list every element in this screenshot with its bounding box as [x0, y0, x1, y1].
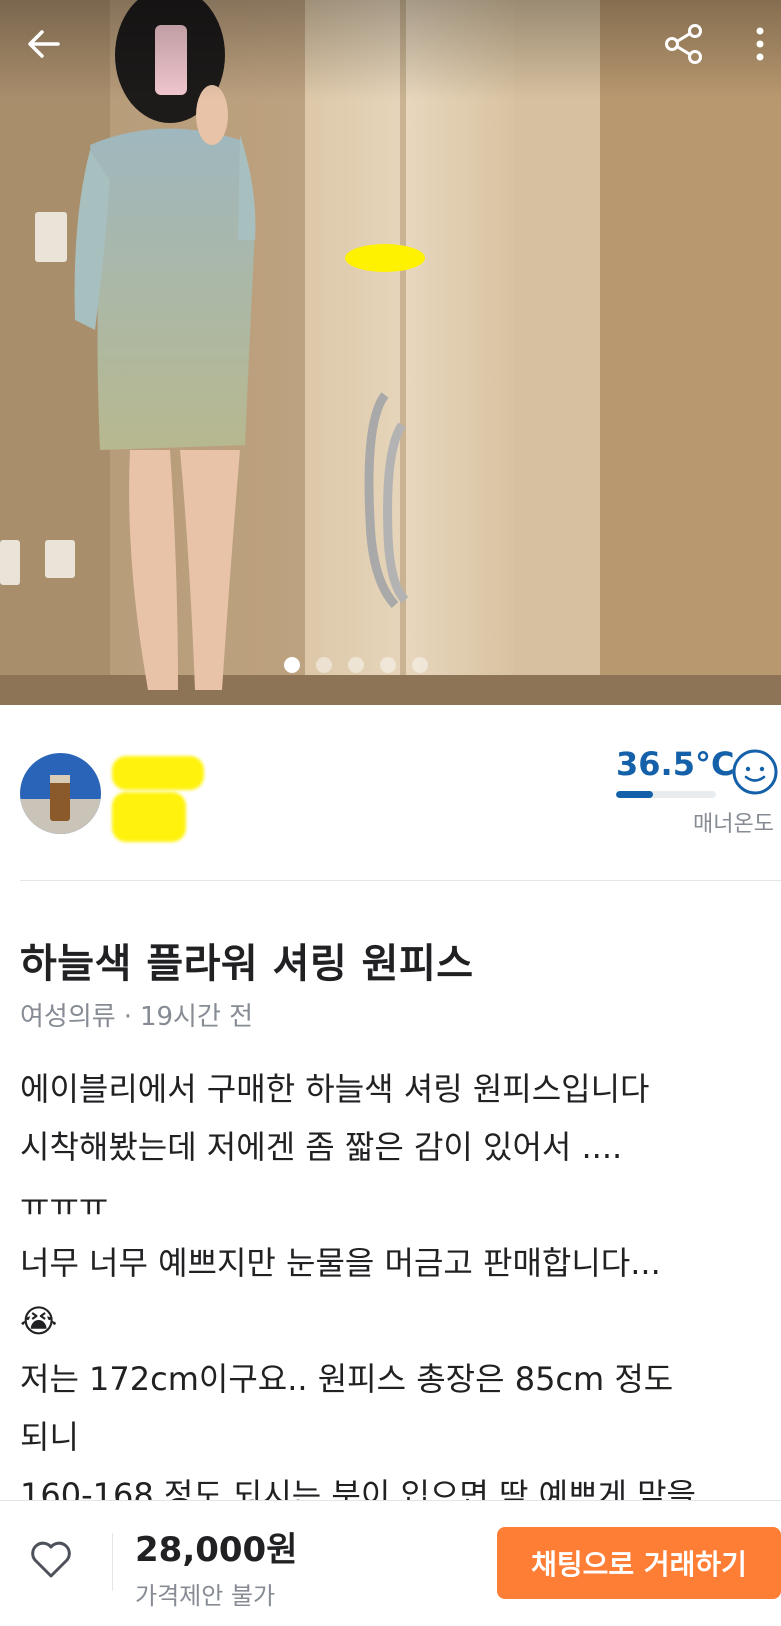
share-button[interactable] — [656, 16, 712, 72]
manner-temperature-label: 매너온도 — [693, 812, 774, 837]
product-title: 하늘색 플라워 셔링 원피스 — [20, 941, 474, 987]
gallery-dot[interactable] — [315, 657, 332, 673]
redacted-mark — [112, 756, 204, 790]
gallery-dot[interactable] — [411, 657, 428, 673]
smile-face-icon — [732, 749, 778, 795]
back-button[interactable] — [16, 16, 72, 72]
description-line: ㅠㅠㅠ — [20, 1186, 109, 1224]
chat-trade-button[interactable]: 채팅으로 거래하기 — [497, 1527, 781, 1599]
product-price: 28,000원 — [135, 1530, 298, 1570]
description-line: 되니 — [20, 1418, 79, 1456]
section-divider — [20, 880, 781, 881]
manner-temperature-bar — [616, 791, 716, 798]
redacted-mark — [112, 792, 186, 842]
bottom-divider — [112, 1533, 113, 1591]
more-vertical-icon — [756, 27, 764, 61]
description-line: 😭 — [20, 1302, 58, 1340]
avatar-image — [20, 753, 101, 834]
more-options-button[interactable] — [740, 16, 780, 72]
gallery-pagination — [0, 657, 781, 673]
manner-temperature-fill — [616, 791, 653, 798]
arrow-left-icon — [28, 30, 60, 58]
gallery-dot[interactable] — [347, 657, 364, 673]
product-meta: 여성의류 · 19시간 전 — [20, 996, 253, 1033]
seller-avatar[interactable] — [20, 753, 101, 834]
description-line: 너무 너무 예쁘지만 눈물을 머금고 판매합니다... — [20, 1244, 661, 1282]
gallery-dot[interactable] — [379, 657, 396, 673]
product-photo[interactable] — [0, 0, 781, 705]
price-offer-note: 가격제안 불가 — [135, 1582, 276, 1610]
description-line: 에이블리에서 구매한 하늘색 셔링 원피스입니다 — [20, 1070, 650, 1108]
description-line: 시착해봤는데 저에겐 좀 짧은 감이 있어서 .... — [20, 1128, 623, 1166]
meta-separator: · — [123, 1002, 132, 1032]
manner-temperature-value[interactable]: 36.5°C — [616, 745, 734, 783]
category-link[interactable]: 여성의류 — [20, 1002, 116, 1032]
gallery-dot[interactable] — [283, 657, 300, 673]
product-description: 에이블리에서 구매한 하늘색 셔링 원피스입니다 시착해봤는데 저에겐 좀 짧은… — [20, 1060, 760, 1500]
share-icon — [665, 24, 702, 64]
description-line: 160-168 정도 되시는 분이 입으면 딱 예쁘게 맞을 — [20, 1476, 696, 1500]
description-line: 저는 172cm이구요.. 원피스 총장은 85cm 정도 — [20, 1360, 674, 1398]
product-image — [0, 0, 781, 705]
heart-icon[interactable] — [28, 1536, 74, 1582]
posted-time: 19시간 전 — [139, 1002, 254, 1032]
